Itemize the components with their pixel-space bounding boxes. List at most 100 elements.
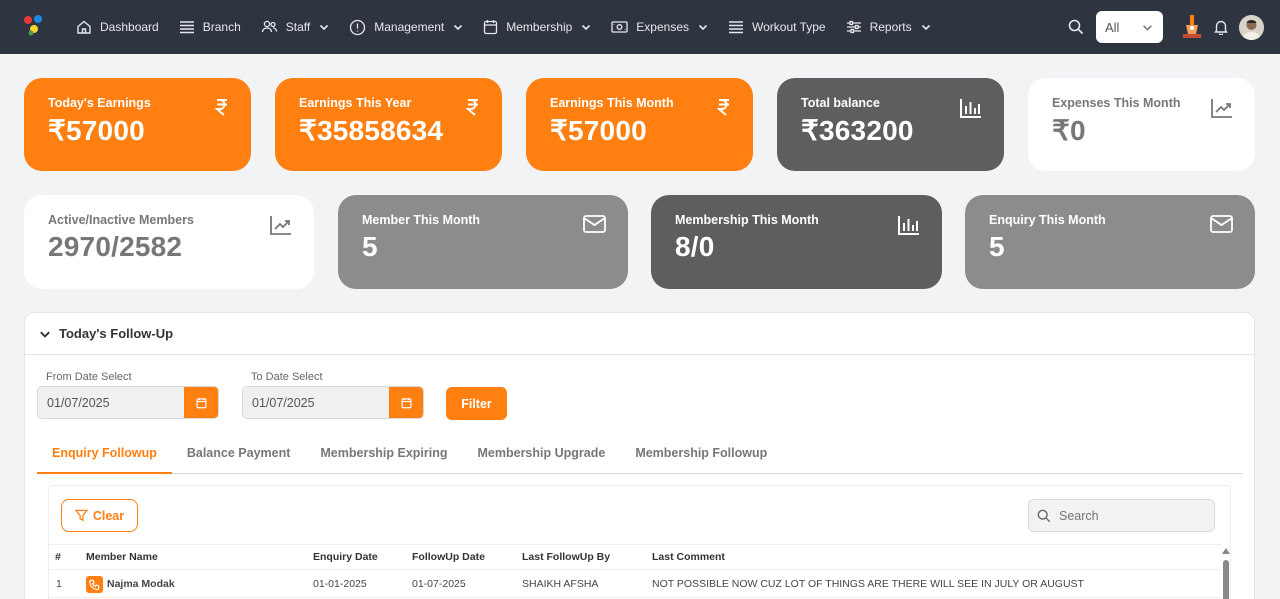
chevron-down-icon (698, 24, 708, 31)
list-icon (729, 21, 743, 34)
card-total-balance[interactable]: Total balance ₹363200 (777, 78, 1004, 171)
row-followup-date: 01-07-2025 (412, 578, 466, 590)
from-date-input[interactable] (38, 387, 184, 418)
tab-membership-upgrade[interactable]: Membership Upgrade (463, 433, 621, 473)
calendar-icon (484, 20, 498, 35)
row-last-followup-by: SHAIKH AFSHA (522, 578, 599, 590)
col-followup-date[interactable]: FollowUp Date (412, 545, 485, 569)
nav-workout-type-label: Workout Type (752, 20, 826, 34)
branch-select-value: All (1105, 19, 1120, 35)
user-avatar[interactable] (1239, 14, 1264, 40)
bar-chart-icon (898, 216, 919, 235)
bar-chart-icon (960, 99, 981, 118)
table-search (1028, 499, 1215, 532)
phone-icon[interactable] (86, 575, 103, 593)
scroll-up-arrow-icon[interactable] (1222, 548, 1230, 554)
search-input[interactable] (1059, 508, 1199, 523)
search-icon[interactable] (1068, 19, 1084, 35)
nav-reports[interactable]: Reports (846, 19, 931, 35)
card-label: Total balance (801, 96, 880, 110)
from-date-field (37, 386, 219, 419)
card-label: Expenses This Month (1052, 96, 1181, 110)
nav-dashboard-label: Dashboard (100, 20, 159, 34)
to-date-group: To Date Select (242, 371, 424, 419)
brand-avatar-icon[interactable] (1179, 14, 1205, 40)
card-value: 2970/2582 (48, 231, 183, 262)
mail-icon (583, 215, 606, 233)
top-navbar: Dashboard Branch Staff Management Member… (0, 0, 1280, 54)
card-todays-earnings[interactable]: Today's Earnings ₹57000 (24, 78, 251, 171)
row-last-comment: NOT POSSIBLE NOW CUZ LOT OF THINGS ARE T… (652, 578, 1084, 590)
tab-membership-followup[interactable]: Membership Followup (620, 433, 782, 473)
nav-staff-label: Staff (285, 20, 311, 34)
card-label: Today's Earnings (48, 96, 151, 110)
col-member-name[interactable]: Member Name (86, 545, 158, 569)
card-earnings-this-month[interactable]: Earnings This Month ₹57000 (526, 78, 753, 171)
card-enquiry-this-month[interactable]: Enquiry This Month 5 (965, 195, 1255, 289)
clear-button[interactable]: Clear (61, 499, 138, 532)
money-icon (611, 21, 628, 33)
card-earnings-this-year[interactable]: Earnings This Year ₹35858634 (275, 78, 502, 171)
nav-management[interactable]: Management (349, 19, 463, 36)
followup-table: Clear # Member Name Enquiry Date FollowU… (48, 485, 1231, 599)
branch-select[interactable]: All (1096, 11, 1163, 43)
trending-up-icon (1211, 99, 1232, 118)
chevron-down-icon (454, 24, 463, 31)
tab-membership-expiring[interactable]: Membership Expiring (305, 433, 462, 473)
to-date-field (242, 386, 424, 419)
nav-dashboard[interactable]: Dashboard (76, 19, 159, 35)
followup-panel: Today's Follow-Up From Date Select To Da… (24, 312, 1255, 599)
card-label: Member This Month (362, 213, 481, 227)
nav-staff[interactable]: Staff (261, 19, 329, 35)
tab-balance-payment[interactable]: Balance Payment (172, 433, 306, 473)
member-name-text: Najma Modak (107, 578, 175, 590)
card-active-inactive-members[interactable]: Active/Inactive Members 2970/2582 (24, 195, 314, 289)
alert-circle-icon (350, 19, 366, 35)
card-member-this-month[interactable]: Member This Month 5 (338, 195, 628, 289)
col-index[interactable]: # (55, 545, 61, 569)
from-date-group: From Date Select (37, 371, 219, 419)
list-icon (179, 21, 194, 34)
rupee-icon (717, 99, 729, 116)
chevron-down-icon (921, 24, 930, 31)
sliders-icon (846, 20, 861, 34)
to-date-label: To Date Select (251, 371, 323, 383)
filter-clear-icon (74, 509, 88, 522)
followup-header[interactable]: Today's Follow-Up (25, 313, 1254, 355)
to-date-calendar-button[interactable] (389, 387, 423, 418)
nav-workout-type[interactable]: Workout Type (728, 19, 826, 35)
chevron-down-icon (582, 24, 591, 31)
card-label: Enquiry This Month (989, 213, 1106, 227)
table-header: # Member Name Enquiry Date FollowUp Date… (49, 544, 1221, 570)
tab-enquiry-followup[interactable]: Enquiry Followup (37, 433, 172, 474)
card-expenses-this-month[interactable]: Expenses This Month ₹0 (1028, 78, 1255, 171)
to-date-input[interactable] (243, 387, 389, 418)
filter-button[interactable]: Filter (446, 387, 507, 420)
table-scrollbar[interactable] (1222, 544, 1230, 599)
from-date-calendar-button[interactable] (184, 387, 218, 418)
nav-branch-label: Branch (202, 20, 241, 34)
nav-expenses-label: Expenses (636, 20, 689, 34)
nav-branch[interactable]: Branch (179, 19, 241, 35)
chevron-down-icon (1143, 24, 1152, 31)
row-member-name[interactable]: Najma Modak (86, 571, 175, 597)
card-label: Earnings This Year (299, 96, 412, 110)
col-last-followup-by[interactable]: Last FollowUp By (522, 545, 610, 569)
chevron-down-icon (320, 24, 329, 31)
col-enquiry-date[interactable]: Enquiry Date (313, 545, 378, 569)
card-value: 5 (989, 231, 1005, 262)
rupee-icon (215, 99, 227, 116)
nav-expenses[interactable]: Expenses (611, 20, 708, 34)
table-row[interactable]: 1 Najma Modak 01-01-2025 01-07-2025 SHAI… (49, 571, 1221, 598)
scroll-thumb[interactable] (1223, 560, 1229, 599)
nav-membership[interactable]: Membership (483, 19, 591, 35)
card-membership-this-month[interactable]: Membership This Month 8/0 (651, 195, 942, 289)
from-date-label: From Date Select (46, 371, 132, 383)
nav-membership-label: Membership (506, 20, 573, 34)
col-last-comment[interactable]: Last Comment (652, 545, 725, 569)
app-logo[interactable] (22, 13, 46, 37)
card-value: ₹35858634 (299, 115, 444, 146)
card-value: ₹0 (1052, 115, 1086, 146)
bell-icon[interactable] (1213, 19, 1229, 35)
mail-icon (1210, 215, 1233, 233)
